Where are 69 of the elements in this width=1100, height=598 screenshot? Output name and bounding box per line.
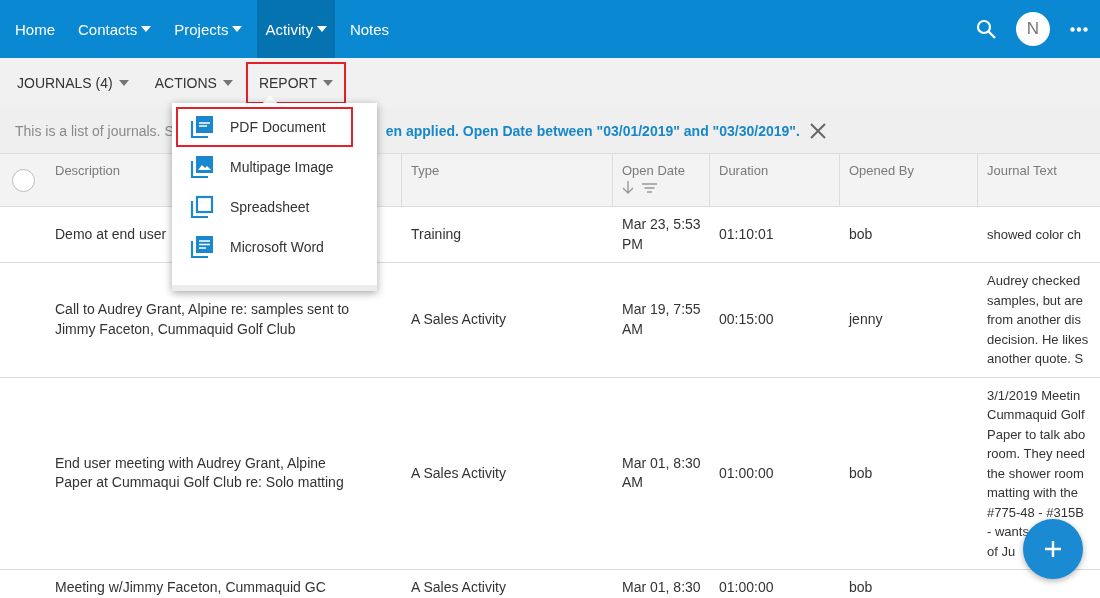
- open-date-cell-text: Mar 01, 8:30: [622, 578, 701, 597]
- image-icon: [190, 155, 214, 179]
- open-date-cell-text: Mar 01, 8:30 AM: [622, 453, 702, 493]
- nav-tab[interactable]: Projects: [166, 0, 251, 58]
- caret-icon: [222, 80, 233, 86]
- nav-tab[interactable]: Home: [7, 0, 63, 58]
- journal-text-line: from another dis: [987, 311, 1081, 329]
- nav-tab[interactable]: Activity: [257, 0, 335, 58]
- open-date-cell-text: Mar 19, 7:55 AM: [622, 300, 702, 339]
- journal-text-line: samples, but are: [987, 291, 1084, 310]
- description-cell-text: Demo at end user: [55, 224, 167, 244]
- close-icon[interactable]: [809, 122, 826, 139]
- filter-text: en applied. Open Date between "03/01/2019" and "03/30/2019".: [385, 122, 800, 139]
- menu-item[interactable]: Spreadsheet: [176, 187, 353, 227]
- caret-icon: [118, 80, 129, 86]
- duration-cell-text: 01:10:01: [719, 224, 774, 244]
- journal-text-line: decision. He likes: [987, 330, 1089, 349]
- type-cell-text: A Sales Activity: [411, 578, 506, 597]
- type-cell: A Sales Activity: [411, 463, 506, 483]
- journal-text-line: - wants: [987, 523, 1029, 541]
- journal-text-line: matting with the: [987, 484, 1079, 502]
- plus-icon: [1044, 540, 1062, 558]
- type-cell-text: Training: [411, 224, 462, 244]
- journal-text-line: 3/1/2019 Meetin: [987, 386, 1081, 405]
- opened-by-cell-text: bob: [849, 578, 873, 597]
- journal-text-line: Cummaquid Golf: [987, 406, 1085, 424]
- journal-text-line: Audrey checked: [987, 272, 1081, 290]
- open-date-cell-text: Mar 23, 5:53 PM: [622, 215, 702, 254]
- journal-text-line: of Ju: [987, 542, 1016, 561]
- caret-icon: [316, 26, 327, 32]
- description-cell-text: End user meeting with Audrey Grant, Alpine Paper at Cummaqui Golf Club re: Solo matting: [55, 453, 345, 493]
- caret-icon: [232, 26, 243, 32]
- select-all-checkbox[interactable]: [11, 168, 35, 192]
- toolbar-menu-button[interactable]: ACTIONS: [141, 62, 246, 104]
- column-header[interactable]: Duration: [710, 154, 840, 206]
- duration-cell-text: 00:15:00: [719, 310, 774, 329]
- opened-by-cell-text: jenny: [849, 310, 883, 329]
- column-header[interactable]: Opened By: [840, 154, 978, 206]
- sort-icon[interactable]: [622, 181, 658, 195]
- duration-cell-text: 01:00:00: [719, 578, 774, 597]
- nav-tab[interactable]: Notes: [341, 0, 398, 58]
- document-icon: [190, 235, 214, 259]
- description-cell-text: Meeting w/Jimmy Faceton, Cummaquid GC: [55, 578, 326, 597]
- caret-icon: [141, 26, 152, 32]
- column-header[interactable]: Type: [402, 154, 613, 206]
- pages-icon: [190, 195, 214, 219]
- column-header[interactable]: Open Date: [613, 154, 710, 206]
- description-cell-text: Call to Audrey Grant, Alpine re: samples sent to Jimmy Faceton, Cummaquid Golf Club: [55, 300, 351, 339]
- more-icon[interactable]: [1070, 26, 1088, 32]
- column-header[interactable]: Journal Text: [978, 154, 1100, 206]
- nav-tab[interactable]: Contacts: [70, 0, 160, 58]
- journal-text-line: the shower room: [987, 464, 1084, 483]
- menu-item[interactable]: Multipage Image: [176, 147, 353, 187]
- menu-item[interactable]: PDF Document: [176, 107, 353, 147]
- journal-text-line: another quote. S: [987, 350, 1084, 368]
- type-cell-text: A Sales Activity: [411, 310, 506, 329]
- opened-by-cell: bob: [849, 463, 873, 483]
- journal-text-line: #775-48 - #315B: [987, 503, 1084, 522]
- document-icon: [190, 115, 214, 139]
- toolbar-menu-button[interactable]: JOURNALS (4): [4, 62, 142, 104]
- journal-text-line: room. They need: [987, 445, 1086, 463]
- journal-text-line: showed color ch: [987, 225, 1081, 244]
- journal-text-line: Paper to talk abo: [987, 425, 1086, 444]
- duration-cell: 01:00:00: [719, 463, 774, 483]
- caret-icon: [323, 80, 333, 86]
- opened-by-cell-text: bob: [849, 224, 873, 244]
- menu-item[interactable]: Microsoft Word: [176, 227, 353, 267]
- user-avatar[interactable]: N: [1016, 12, 1050, 46]
- search-icon[interactable]: [976, 19, 996, 39]
